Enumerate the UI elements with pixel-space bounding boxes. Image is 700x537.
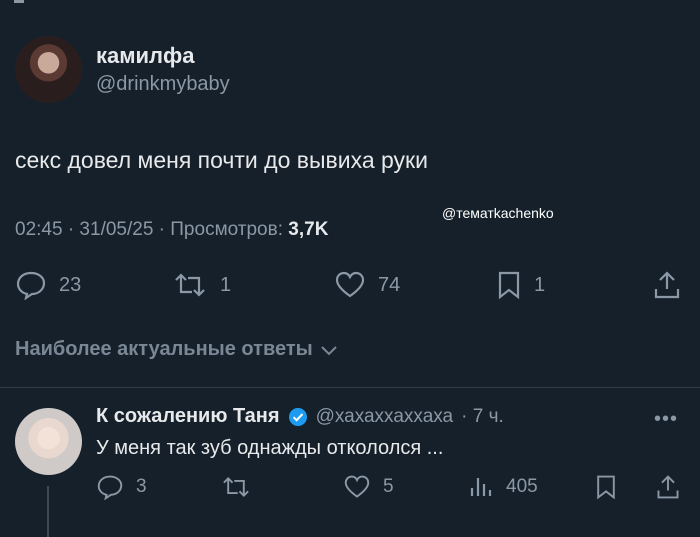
tweet-meta: 02:45 · 31/05/25 · Просмотров: 3,7K [15,219,328,241]
top-edge-mark [14,0,24,3]
retweet-count: 1 [220,273,232,296]
heart-icon [344,475,370,498]
replies-sort-label: Наиболее актуальные ответы [15,338,313,360]
watermark: @тематkachenko [442,205,554,221]
share-button[interactable] [652,270,682,300]
reply-like-button[interactable]: 5 [343,474,394,500]
reply-time[interactable]: · 7 ч. [461,406,504,428]
reply-reply-button[interactable]: 3 [96,474,147,500]
reply-author-avatar[interactable] [15,408,82,475]
reply-count: 23 [59,273,82,296]
reply-reply-count: 3 [136,476,147,497]
reply-views-count: 405 [506,476,538,497]
reply-like-count: 5 [383,476,394,497]
tweet-text: секс довел меня почти до вывиха руки [15,147,428,173]
verified-badge-icon [288,407,307,426]
reply-icon [97,475,123,500]
retweet-icon [223,476,249,498]
thread-line [47,486,49,537]
more-options-icon[interactable]: ••• [654,408,678,431]
like-button[interactable]: 74 [334,270,400,300]
reply-author-name[interactable]: К сожалению Таня [96,405,280,428]
divider [0,387,700,388]
reply-author-row: К сожалению Таня @хахаххаххаха · 7 ч. [96,405,504,428]
analytics-icon [470,478,492,496]
reply-share-button[interactable] [655,474,681,500]
replies-sort-dropdown[interactable]: Наиболее актуальные ответы [15,338,339,361]
author-avatar[interactable] [15,36,82,103]
chevron-down-icon [321,345,337,355]
reply-author-handle[interactable]: @хахаххаххаха [316,406,454,428]
reply-bookmark-button[interactable] [594,474,618,500]
author-name[interactable]: камилфа [96,43,195,69]
reply-icon [16,271,46,300]
like-count: 74 [378,273,401,296]
heart-icon [335,271,365,298]
retweet-button[interactable]: 1 [172,270,231,300]
retweet-icon [175,273,205,297]
reply-views-button[interactable]: 405 [468,474,538,500]
share-icon [654,271,680,299]
tweet-timestamp[interactable]: 02:45 · 31/05/25 · Просмотров: [15,219,283,240]
share-icon [657,475,679,499]
author-handle[interactable]: @drinkmybaby [96,73,230,96]
views-count: 3,7K [288,219,329,240]
reply-retweet-button[interactable] [220,474,252,500]
reply-text: У меня так зуб однажды откололся ... [96,437,444,459]
bookmark-count: 1 [534,273,546,296]
bookmark-icon [597,475,615,500]
bookmark-button[interactable]: 1 [496,270,545,300]
bookmark-icon [498,271,520,300]
reply-button[interactable]: 23 [15,270,81,300]
